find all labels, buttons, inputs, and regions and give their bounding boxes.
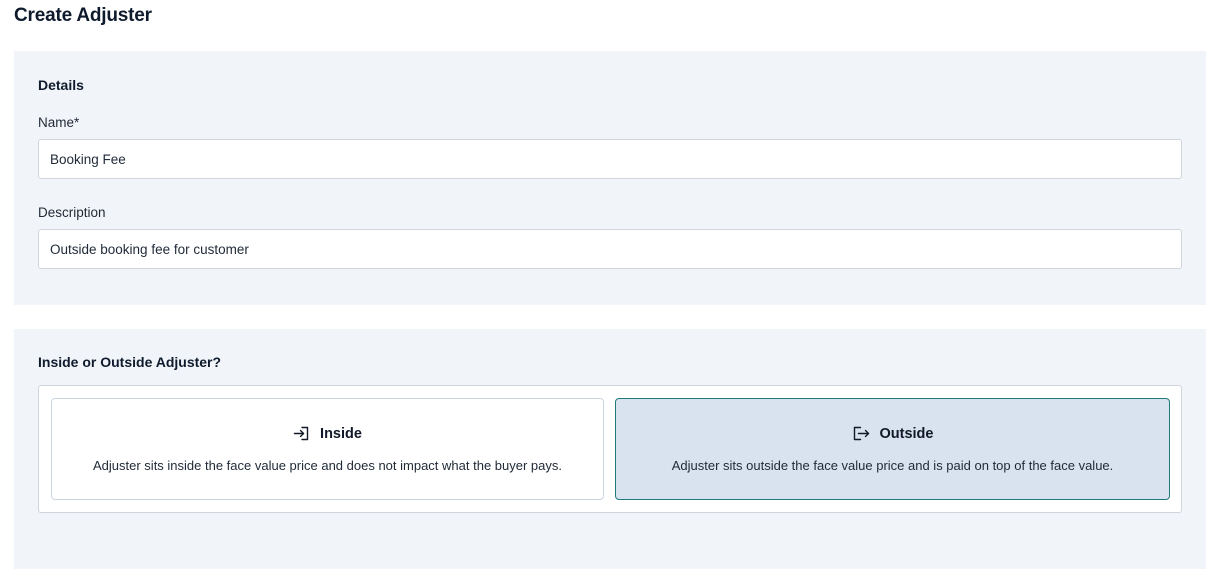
- adjuster-type-panel: Inside or Outside Adjuster? Inside Adjus…: [14, 329, 1206, 569]
- inside-option-label: Inside: [320, 425, 362, 442]
- adjuster-type-options: Inside Adjuster sits inside the face val…: [38, 385, 1182, 513]
- description-label: Description: [38, 205, 106, 220]
- description-input[interactable]: [38, 229, 1182, 269]
- details-heading: Details: [38, 77, 84, 93]
- sign-in-icon: [293, 425, 310, 442]
- outside-option-description: Adjuster sits outside the face value pri…: [671, 458, 1114, 473]
- inside-option-card[interactable]: Inside Adjuster sits inside the face val…: [51, 398, 604, 500]
- page-title: Create Adjuster: [14, 5, 152, 26]
- outside-option-label: Outside: [879, 425, 934, 442]
- name-input[interactable]: [38, 139, 1182, 179]
- inside-option-description: Adjuster sits inside the face value pric…: [93, 458, 562, 473]
- details-panel: Details Name* Description: [14, 51, 1206, 305]
- name-label: Name*: [38, 115, 80, 130]
- adjuster-type-heading: Inside or Outside Adjuster?: [38, 354, 222, 370]
- outside-option-card[interactable]: Outside Adjuster sits outside the face v…: [615, 398, 1170, 500]
- sign-out-icon: [852, 425, 870, 442]
